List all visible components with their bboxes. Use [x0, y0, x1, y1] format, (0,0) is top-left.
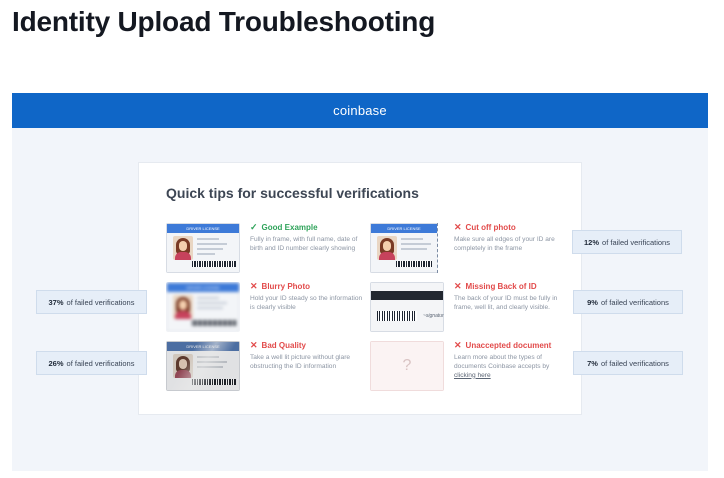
stat-label: of failed verifications: [66, 297, 135, 307]
stat-value: 12%: [584, 237, 600, 247]
license-blurry-thumbnail: DRIVER LICENSE: [166, 282, 240, 332]
tip-description: Take a well lit picture without glare ob…: [250, 354, 351, 370]
cross-icon: ✕: [250, 281, 258, 291]
license-back-thumbnail: ~signature~: [370, 282, 444, 332]
tip-description: Fully in frame, with full name, date of …: [250, 236, 358, 252]
license-header: DRIVER LICENSE: [167, 224, 239, 233]
unknown-document-thumbnail: ?: [370, 341, 444, 391]
top-bar: coinbase: [12, 93, 708, 128]
stat-label: of failed verifications: [66, 358, 135, 368]
license-header: DRIVER LICENSE: [371, 224, 437, 233]
brand-logo[interactable]: coinbase: [333, 103, 387, 118]
stat-badge-unaccepted: 7% of failed verifications: [573, 351, 683, 375]
tip-description: Learn more about the types of documents …: [454, 354, 570, 380]
tip-blurry-photo: DRIVER LICENSE ✕ Blurry Photo Hold your I…: [166, 282, 366, 334]
stat-badge-bad-quality: 26% of failed verifications: [36, 351, 147, 375]
check-icon: ✓: [250, 222, 258, 232]
tip-cut-off-photo: DRIVER LICENSE ✕ Cut off photo Make sure …: [370, 223, 570, 275]
cross-icon: ✕: [454, 340, 462, 350]
license-thumbnail: DRIVER LICENSE: [166, 223, 240, 273]
tip-heading: Bad Quality: [261, 341, 306, 350]
tip-description: Hold your ID steady so the information i…: [250, 295, 363, 311]
stat-label: of failed verifications: [602, 237, 670, 247]
stat-badge-blurry: 37% of failed verifications: [36, 290, 147, 314]
tip-missing-back: ~signature~ ✕Missing Back of ID The back…: [370, 282, 570, 334]
tip-description: The back of your ID must be fully in fra…: [454, 295, 558, 311]
tip-description: Make sure all edges of your ID are compl…: [454, 236, 555, 252]
tip-heading: Blurry Photo: [261, 282, 310, 291]
page-title: Identity Upload Troubleshooting: [12, 6, 436, 37]
stat-value: 37%: [48, 297, 64, 307]
tip-good-example: DRIVER LICENSE ✓ Good Example Fully in fr…: [166, 223, 366, 275]
stat-value: 26%: [48, 358, 64, 368]
license-header: DRIVER LICENSE: [167, 342, 239, 351]
tip-unaccepted-document: ? ✕ Unaccepted document Learn more about …: [370, 341, 570, 393]
tip-bad-quality: DRIVER LICENSE ✕ Bad Quality Take a well …: [166, 341, 366, 393]
stat-label: of failed verifications: [600, 297, 669, 307]
license-header: DRIVER LICENSE: [167, 283, 239, 292]
license-glare-thumbnail: DRIVER LICENSE: [166, 341, 240, 391]
tip-heading: Unaccepted document: [465, 341, 552, 350]
stat-badge-cut-off: 12% of failed verifications: [572, 230, 682, 254]
tips-card: Quick tips for successful verifications …: [138, 162, 582, 415]
tip-description-text: Learn more about the types of documents …: [454, 354, 550, 370]
clicking-here-link[interactable]: clicking here: [454, 372, 491, 379]
tip-heading: Missing Back of ID: [465, 282, 537, 291]
stat-badge-missing-back: 9% of failed verifications: [573, 290, 683, 314]
question-mark-icon: ?: [370, 341, 444, 391]
stat-value: 9%: [587, 297, 598, 307]
cross-icon: ✕: [250, 340, 258, 350]
license-cropped-thumbnail: DRIVER LICENSE: [370, 223, 444, 273]
stat-label: of failed verifications: [600, 358, 669, 368]
stat-value: 7%: [587, 358, 598, 368]
tip-heading: Good Example: [261, 223, 318, 232]
card-title: Quick tips for successful verifications: [166, 185, 419, 201]
cross-icon: ✕: [454, 281, 462, 291]
cross-icon: ✕: [454, 222, 462, 232]
tip-heading: Cut off photo: [465, 223, 516, 232]
screenshot-frame: coinbase Quick tips for successful verif…: [12, 93, 708, 471]
